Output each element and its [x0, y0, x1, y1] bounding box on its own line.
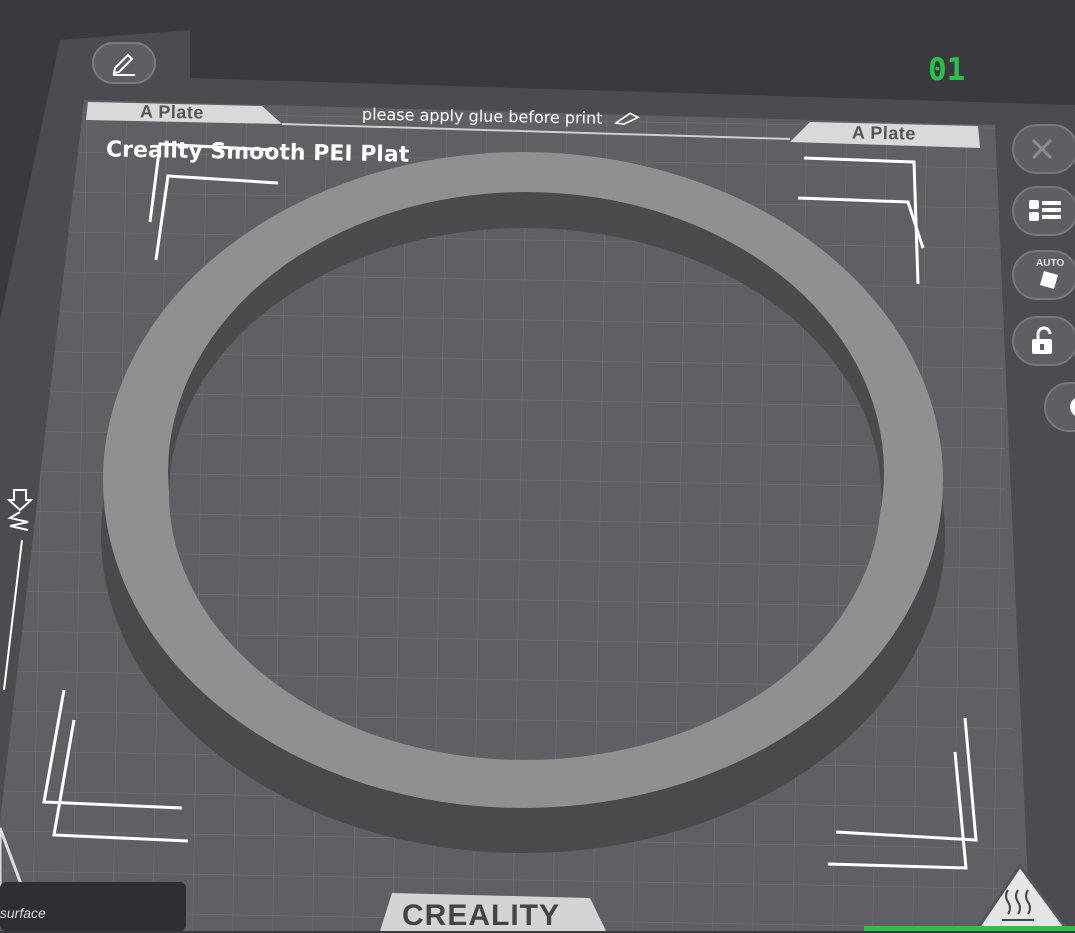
progress-bar	[864, 926, 1075, 931]
edit-plate-button[interactable]	[92, 42, 156, 84]
unlock-icon	[1032, 326, 1052, 354]
lock-button[interactable]	[1012, 316, 1075, 366]
plate-tab-left-label: A Plate	[139, 101, 205, 123]
brand-logo: CREALITY	[402, 899, 560, 932]
pencil-icon	[112, 53, 135, 76]
plate-number: 01	[928, 52, 966, 88]
glue-notice-text: please apply glue before print	[361, 104, 603, 128]
close-button[interactable]	[1012, 124, 1075, 174]
auto-label: AUTO	[1036, 258, 1065, 269]
gear-icon	[1070, 398, 1075, 416]
close-icon	[1031, 138, 1053, 160]
auto-orient-icon	[1040, 271, 1058, 289]
pencil-icon[interactable]	[613, 110, 640, 129]
plate-type-title: Creality Smooth PEI Plat	[105, 137, 410, 168]
list-icon	[1029, 200, 1061, 221]
plate-tab-right-label: A Plate	[851, 122, 917, 144]
auto-orient-button[interactable]: AUTO	[1012, 250, 1075, 300]
object-list-button[interactable]	[1012, 186, 1075, 236]
surface-label[interactable]: tsurface	[0, 905, 46, 921]
